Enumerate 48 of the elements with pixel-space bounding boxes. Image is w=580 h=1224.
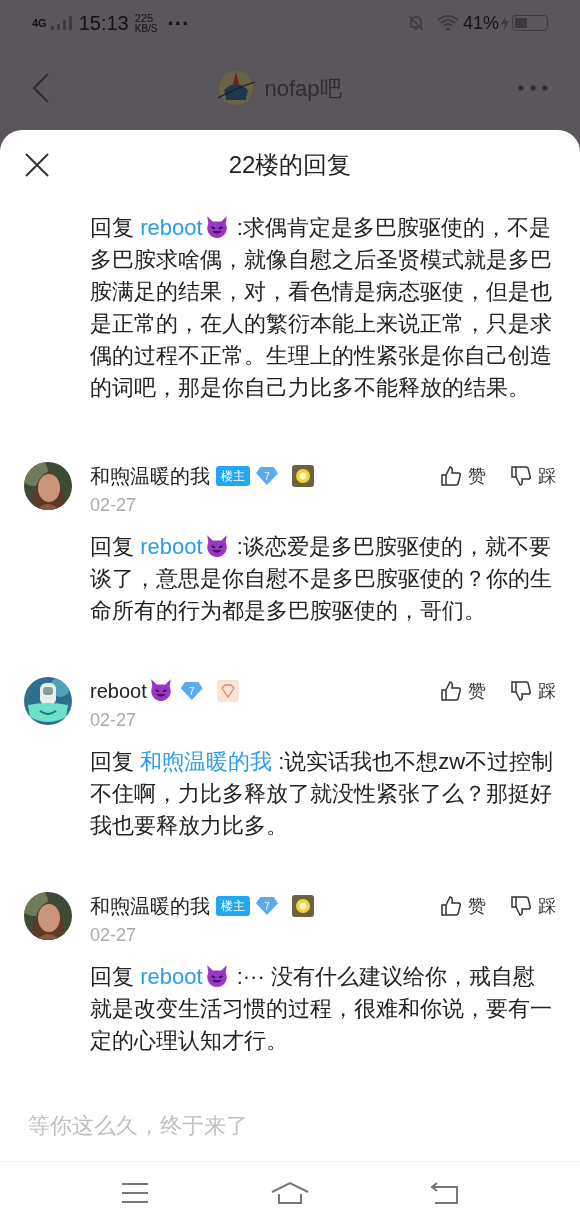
close-icon[interactable] bbox=[24, 152, 50, 178]
op-badge: 楼主 bbox=[216, 466, 250, 486]
battery-icon bbox=[512, 15, 548, 31]
username[interactable]: reboot bbox=[90, 676, 175, 706]
forum-logo-icon bbox=[216, 70, 257, 106]
reply-text: 回复 reboot :··· 没有什么建议给你，戒自慰就是改变生活习惯的过程，很难和你说，要有一定的心理认知才行。 bbox=[90, 962, 553, 1055]
muted-bell-icon bbox=[406, 14, 425, 32]
like-button[interactable]: 赞 bbox=[440, 462, 486, 490]
home-icon[interactable] bbox=[271, 1181, 309, 1205]
post-date: 02-27 bbox=[90, 924, 138, 947]
dislike-button[interactable]: 踩 bbox=[510, 462, 556, 490]
username[interactable]: 和煦温暖的我 bbox=[90, 891, 210, 921]
post-date: 02-27 bbox=[90, 709, 138, 732]
level-badge: 7 bbox=[256, 897, 278, 915]
sheet-title: 22楼的回复 bbox=[227, 150, 353, 180]
medal-icon bbox=[292, 465, 314, 487]
wifi-icon bbox=[436, 15, 459, 31]
post-date: 02-27 bbox=[90, 494, 138, 517]
username[interactable]: 和煦温暖的我 bbox=[90, 461, 210, 491]
back-icon[interactable] bbox=[431, 1181, 459, 1205]
network-speed: 225 bbox=[134, 12, 155, 24]
dislike-button[interactable]: 踩 bbox=[510, 892, 556, 920]
level-badge: 7 bbox=[180, 682, 203, 700]
more-notifications: ··· bbox=[167, 9, 190, 38]
charging-icon bbox=[501, 16, 509, 30]
thumbs-up-icon bbox=[440, 680, 462, 702]
network-speed-unit: KB/S bbox=[134, 23, 158, 34]
reply-text: 回复 和煦温暖的我 :说实话我也不想zw不过控制不住啊，力比多释放了就没性紧张了么？那挺好我也要释放力比多。 bbox=[90, 748, 555, 840]
like-button[interactable]: 赞 bbox=[440, 677, 486, 705]
op-badge: 楼主 bbox=[216, 896, 250, 916]
thumbs-down-icon bbox=[510, 465, 532, 487]
menu-icon[interactable] bbox=[121, 1182, 149, 1204]
reply-input[interactable]: 等你这么久，终于来了 bbox=[28, 1109, 552, 1142]
thumbs-up-icon bbox=[440, 895, 462, 917]
like-button[interactable]: 赞 bbox=[440, 892, 486, 920]
thumbs-down-icon bbox=[510, 680, 532, 702]
dislike-button[interactable]: 踩 bbox=[510, 677, 556, 705]
reply-text: 回复 reboot :谈恋爱是多巴胺驱使的，就不要谈了，意思是你自慰不是多巴胺驱使的？你的生命所有的行为都是多巴胺驱使的，哥们。 bbox=[90, 532, 553, 625]
level-badge: 7 bbox=[256, 467, 278, 485]
clock-time: 15:13 bbox=[78, 11, 129, 36]
signal-icon bbox=[50, 16, 73, 30]
medal-icon bbox=[216, 680, 239, 702]
medal-icon bbox=[292, 895, 314, 917]
reply-text: 回复 reboot :求偶肯定是多巴胺驱使的，不是多巴胺求啥偶，就像自慰之后圣贤模式就是多巴胺满足的结果，对，看色情是病态驱使，但是也是正常的，在人的繁衍本能上来说正常，只是求偶的过程不正常。生理上的性紧张是你自己创造的词吧，那是你自己力比多不能释放的结果。 bbox=[90, 213, 553, 402]
network-indicator: 4G bbox=[32, 17, 47, 29]
battery-percent: 41% bbox=[462, 11, 499, 35]
thumbs-up-icon bbox=[440, 465, 462, 487]
thumbs-down-icon bbox=[510, 895, 532, 917]
